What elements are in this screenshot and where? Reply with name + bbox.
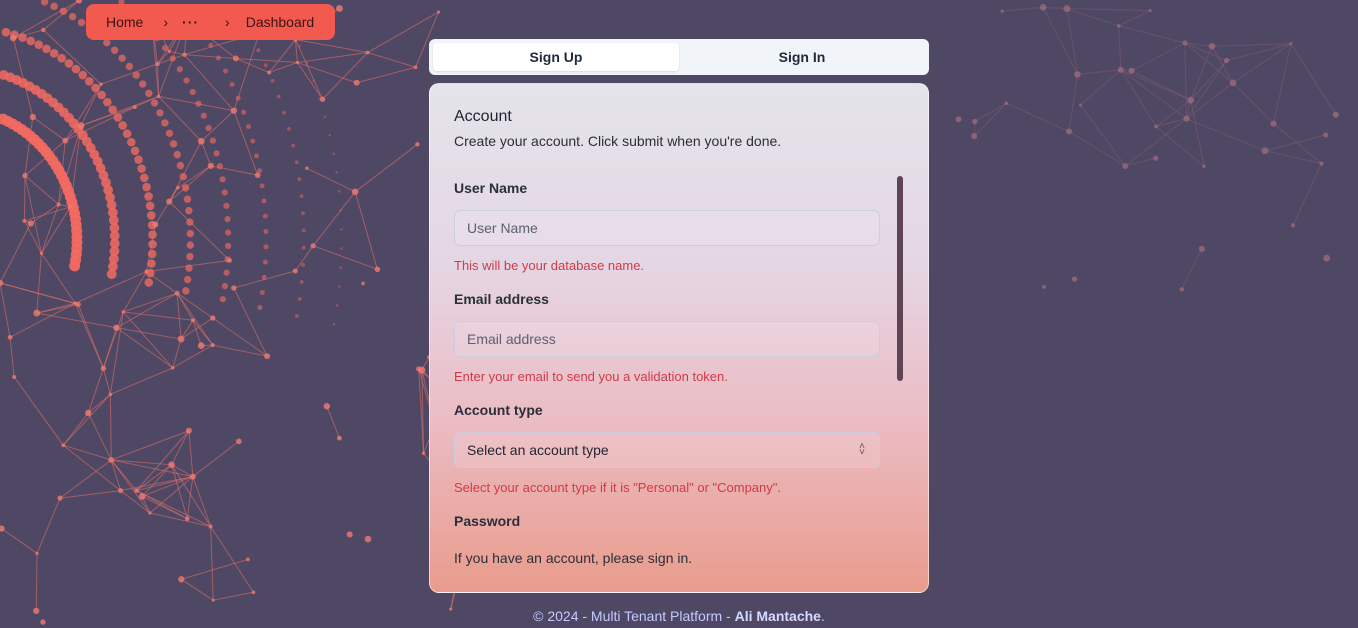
account-type-field-group: Account type Select an account type ˄ ˅ S… [454, 402, 882, 495]
password-label: Password [454, 513, 521, 526]
breadcrumb-home[interactable]: Home [106, 14, 143, 30]
chevron-right-icon: › [163, 14, 169, 30]
account-type-value: Select an account type [467, 442, 609, 458]
chevron-up-down-icon: ˄ ˅ [859, 441, 865, 458]
footer: © 2024 - Multi Tenant Platform - Ali Man… [0, 608, 1358, 624]
username-input[interactable]: User Name [454, 210, 880, 246]
account-type-select[interactable]: Select an account type ˄ ˅ [454, 432, 880, 468]
password-field-group: Password [454, 513, 882, 526]
email-field-group: Email address Email address Enter your e… [454, 291, 882, 384]
breadcrumb: Home › ··· › Dashboard [86, 4, 335, 40]
chevron-right-icon: › [225, 14, 230, 30]
form-scrollbar[interactable] [897, 176, 903, 381]
account-type-label: Account type [454, 402, 543, 418]
breadcrumb-dashboard[interactable]: Dashboard [246, 14, 315, 30]
footer-period: . [820, 608, 825, 624]
signin-note: If you have an account, please sign in. [454, 550, 693, 566]
tab-sign-in[interactable]: Sign In [679, 43, 925, 71]
tab-sign-up[interactable]: Sign Up [433, 43, 679, 71]
signup-card: Account Create your account. Click submi… [429, 83, 929, 593]
card-title: Account [454, 108, 512, 125]
auth-tabs: Sign Up Sign In [429, 39, 929, 75]
email-input[interactable]: Email address [454, 321, 880, 357]
username-field-group: User Name User Name This will be your da… [454, 180, 882, 273]
email-hint: Enter your email to send you a validatio… [454, 369, 728, 384]
breadcrumb-ellipsis[interactable]: ··· [182, 14, 199, 30]
username-hint: This will be your database name. [454, 258, 645, 273]
account-type-hint: Select your account type if it is "Perso… [454, 480, 781, 495]
form-scroll-area[interactable]: User Name User Name This will be your da… [454, 176, 882, 526]
email-label: Email address [454, 291, 549, 307]
username-label: User Name [454, 180, 528, 196]
footer-author-link[interactable]: Ali Mantache [735, 608, 821, 624]
card-description: Create your account. Click submit when y… [454, 133, 782, 149]
footer-copyright: © 2024 - Multi Tenant Platform - [533, 608, 735, 624]
